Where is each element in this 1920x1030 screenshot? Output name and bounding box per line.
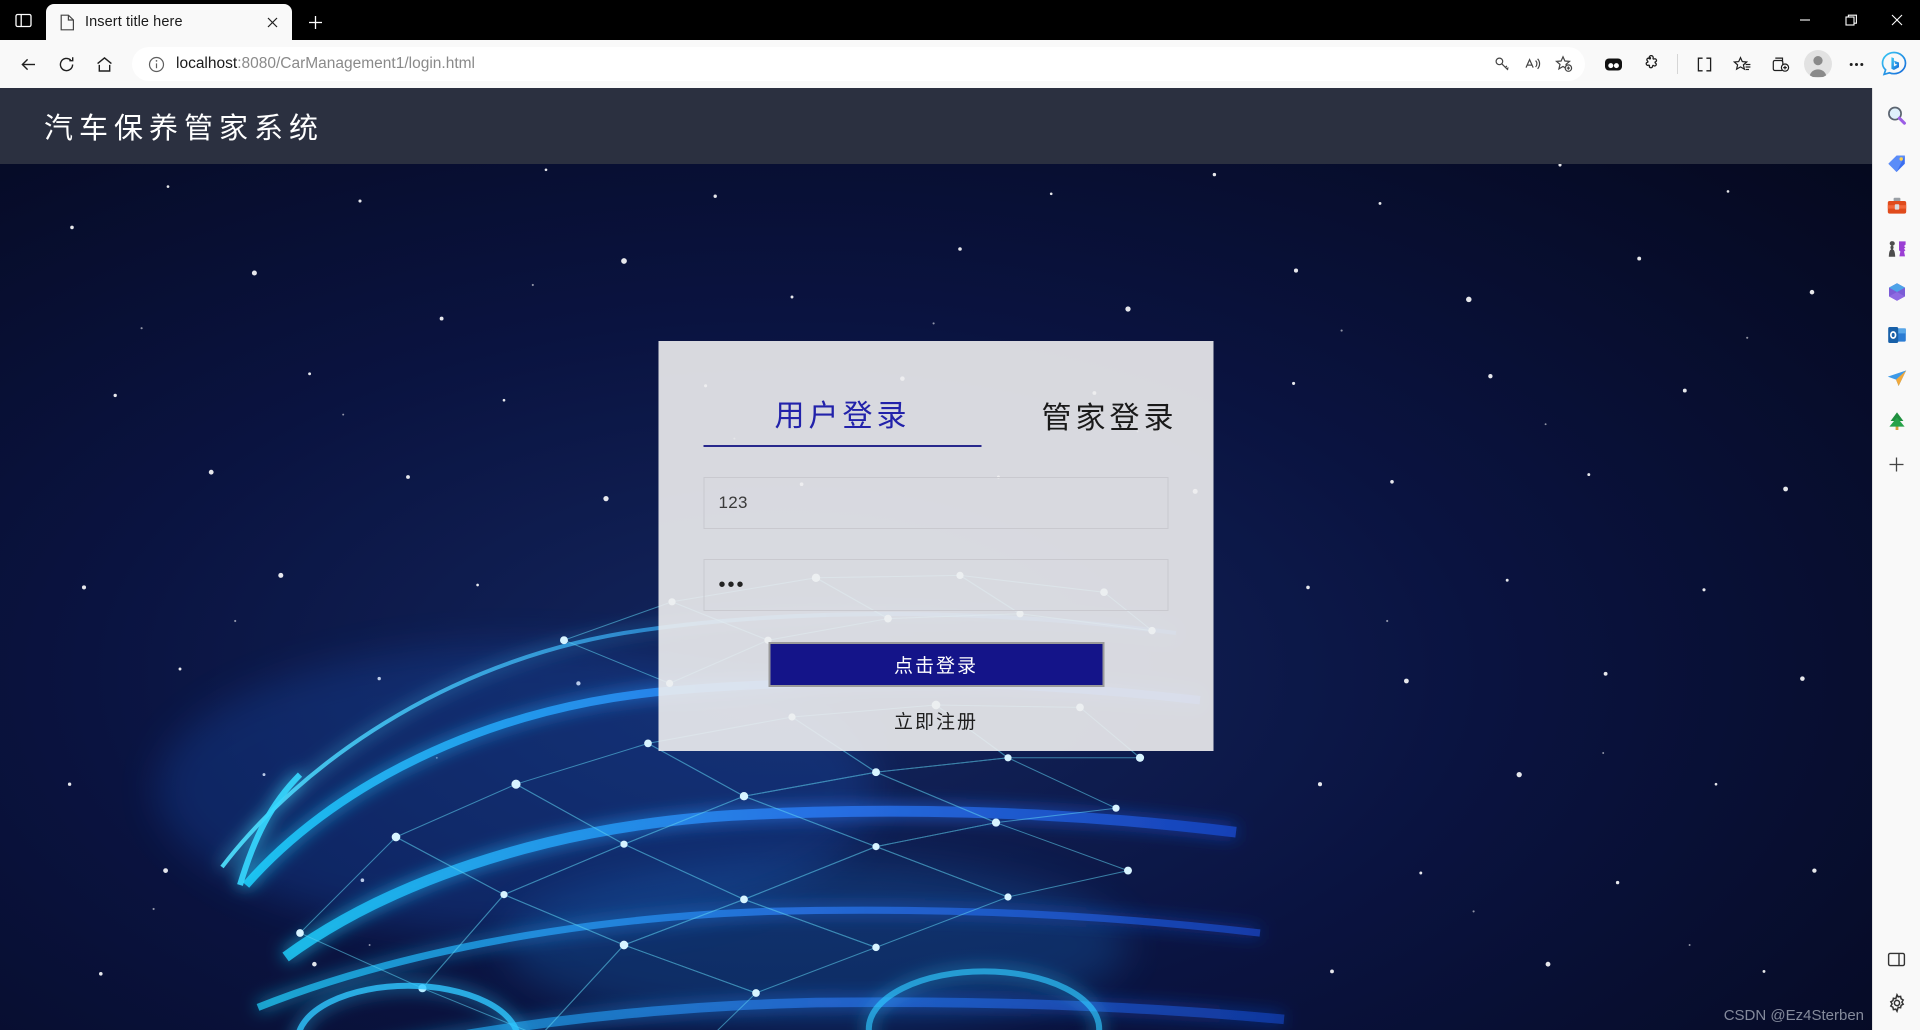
tab-actions-icon[interactable]: [0, 0, 46, 40]
drop-icon[interactable]: [1880, 361, 1914, 395]
read-aloud-icon[interactable]: [1518, 49, 1548, 79]
avatar: [1804, 50, 1832, 78]
password-input[interactable]: •••: [703, 559, 1169, 611]
browser-window: Insert title here localhost:8080/CarMana…: [0, 0, 1920, 1030]
login-button[interactable]: 点击登录: [768, 642, 1104, 687]
split-screen-icon[interactable]: [1686, 46, 1722, 82]
login-card: 用户登录 管家登录 123 ••• 点击登录 立即注册: [658, 341, 1214, 751]
url-host: localhost: [176, 55, 238, 72]
login-tabs: 用户登录 管家登录: [703, 381, 1174, 447]
document-icon: [58, 13, 76, 31]
tree-icon[interactable]: [1880, 404, 1914, 438]
tab-strip: Insert title here: [0, 0, 1920, 40]
site-information-icon[interactable]: [146, 54, 166, 74]
search-icon[interactable]: [1880, 98, 1914, 132]
browser-toolbar: localhost:8080/CarManagement1/login.html: [0, 40, 1920, 88]
tools-icon[interactable]: [1880, 189, 1914, 223]
outlook-icon[interactable]: [1880, 318, 1914, 352]
tab-title: Insert title here: [85, 14, 183, 30]
close-window-button[interactable]: [1874, 0, 1920, 40]
site-header: 汽车保养管家系统: [0, 88, 1872, 164]
sidebar-settings-icon[interactable]: [1880, 986, 1914, 1020]
content-area: 汽车保养管家系统 用户登录 管家登录 123 ••• 点击登录 立即注册 CSD…: [0, 88, 1920, 1030]
username-input[interactable]: 123: [703, 477, 1169, 529]
web-page: 汽车保养管家系统 用户登录 管家登录 123 ••• 点击登录 立即注册 CSD…: [0, 88, 1872, 1030]
register-link[interactable]: 立即注册: [704, 707, 1169, 734]
username-value: 123: [718, 493, 748, 512]
password-value: •••: [718, 573, 746, 596]
add-favorite-icon[interactable]: [1549, 49, 1579, 79]
profile-avatar[interactable]: [1800, 46, 1836, 82]
minimize-button[interactable]: [1782, 0, 1828, 40]
key-icon[interactable]: [1487, 49, 1517, 79]
tab-user-login[interactable]: 用户登录: [703, 391, 982, 447]
tab-manager-login[interactable]: 管家登录: [1042, 393, 1178, 447]
favorites-icon[interactable]: [1724, 46, 1760, 82]
toolbar-divider: [1677, 54, 1678, 74]
address-bar-url: localhost:8080/CarManagement1/login.html: [176, 55, 1477, 73]
add-sidebar-app-icon[interactable]: [1880, 447, 1914, 481]
edge-sidebar: [1872, 88, 1920, 1030]
home-icon[interactable]: [86, 46, 122, 82]
shopping-tag-icon[interactable]: [1880, 146, 1914, 180]
collections-icon[interactable]: [1762, 46, 1798, 82]
refresh-icon[interactable]: [48, 46, 84, 82]
maximize-button[interactable]: [1828, 0, 1874, 40]
address-bar-actions: [1487, 49, 1579, 79]
close-icon[interactable]: [260, 10, 284, 34]
watermark: CSDN @Ez4Sterben: [1723, 1007, 1864, 1024]
games-icon[interactable]: [1880, 232, 1914, 266]
back-arrow-icon[interactable]: [10, 46, 46, 82]
toggle-sidebar-icon[interactable]: [1880, 942, 1914, 976]
address-bar[interactable]: localhost:8080/CarManagement1/login.html: [132, 47, 1585, 81]
browser-essentials-icon[interactable]: [1595, 46, 1631, 82]
browser-tab[interactable]: Insert title here: [46, 4, 292, 40]
extensions-icon[interactable]: [1633, 46, 1669, 82]
new-tab-button[interactable]: [296, 4, 334, 40]
page-title: 汽车保养管家系统: [44, 113, 325, 145]
copilot-icon[interactable]: [1876, 46, 1912, 82]
settings-and-more-icon[interactable]: [1838, 46, 1874, 82]
microsoft-365-icon[interactable]: [1880, 275, 1914, 309]
window-controls: [1782, 0, 1920, 40]
url-path: :8080/CarManagement1/login.html: [237, 55, 475, 72]
